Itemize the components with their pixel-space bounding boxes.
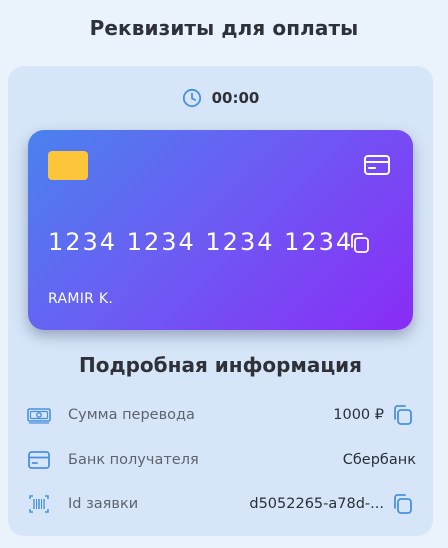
page-title: Реквизиты для оплаты	[89, 16, 359, 40]
bank-card: 1234 1234 1234 1234 RAMIR K.	[28, 130, 413, 330]
copy-request-id-icon[interactable]	[390, 491, 416, 517]
payment-details-page: Реквизиты для оплаты 00:00 1234 1234 123…	[0, 0, 448, 548]
copy-amount-icon[interactable]	[390, 402, 416, 428]
credit-card-icon	[26, 448, 52, 472]
timer-value: 00:00	[211, 89, 260, 107]
payment-panel: 00:00 1234 1234 1234 1234 RAMIR K. Подро…	[8, 66, 433, 536]
detail-row-amount: Сумма перевода 1000 ₽	[26, 401, 416, 429]
banknote-icon	[26, 403, 52, 427]
credit-card-icon	[363, 153, 391, 177]
amount-label: Сумма перевода	[68, 407, 195, 423]
detail-row-bank: Банк получателя Сбербанк	[26, 446, 416, 474]
details-title: Подробная информация	[78, 353, 363, 377]
copy-icon[interactable]	[348, 231, 372, 255]
bank-value: Сбербанк	[342, 452, 416, 468]
clock-icon	[182, 88, 202, 108]
amount-value: 1000 ₽	[333, 407, 384, 423]
detail-row-id: Id заявки d5052265-a78d-...	[26, 490, 416, 518]
request-id-label: Id заявки	[68, 496, 139, 512]
barcode-icon	[26, 492, 52, 516]
card-holder: RAMIR K.	[48, 291, 114, 307]
card-chip	[48, 151, 88, 180]
card-number: 1234 1234 1234 1234	[48, 228, 354, 256]
bank-label: Банк получателя	[68, 452, 199, 468]
timer: 00:00	[8, 88, 433, 108]
request-id-value: d5052265-a78d-...	[249, 496, 384, 512]
